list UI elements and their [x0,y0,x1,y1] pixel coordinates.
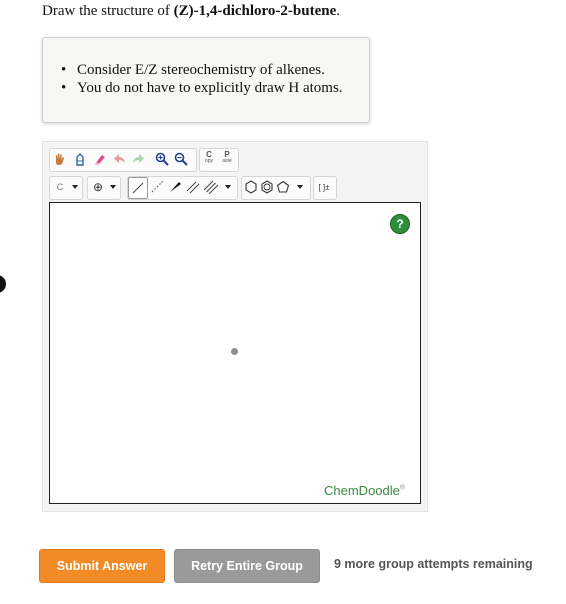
submit-answer-button[interactable]: Submit Answer [39,549,165,583]
help-icon[interactable]: ? [390,214,410,234]
cyclopentane-icon[interactable] [275,179,291,195]
chevron-down-icon[interactable] [67,179,83,195]
question-prefix: Draw the structure of [42,3,174,19]
hint-list: Consider E/Z stereochemistry of alkenes.… [61,61,343,97]
paste-button[interactable]: P aste [219,150,235,166]
canvas-center-dot [231,348,238,355]
retry-group-button[interactable]: Retry Entire Group [174,549,320,583]
chevron-down-icon[interactable] [292,179,308,195]
hint-box: Consider E/Z stereochemistry of alkenes.… [42,37,370,123]
chevron-down-icon[interactable] [220,179,236,195]
chemdoodle-logo: ChemDoodle® [324,483,406,498]
attempts-remaining: 9 more group attempts remaining [334,557,533,571]
single-bond-icon[interactable] [128,177,148,199]
charge-icon: ⊕ [92,180,104,194]
benzene-icon[interactable] [259,179,275,195]
zoom-in-icon[interactable] [154,151,170,167]
hashed-bond-icon[interactable] [149,179,165,195]
eraser-icon[interactable] [92,151,108,167]
compound-name: (Z)-1,4-dichloro-2-butene [173,3,337,19]
question-prompt: Draw the structure of (Z)-1,4-dichloro-2… [42,3,340,20]
side-marker [0,275,6,293]
chevron-down-icon[interactable] [105,179,121,195]
hint-item: Consider E/Z stereochemistry of alkenes. [61,61,343,79]
wedge-bond-icon[interactable] [167,179,183,195]
hint-item: You do not have to explicitly draw H ato… [61,79,343,97]
lasso-icon[interactable] [72,151,88,167]
zoom-out-icon[interactable] [173,151,189,167]
atom-label: C [56,182,64,192]
bracket-icon[interactable]: [ ]± [316,179,332,195]
cyclohexane-icon[interactable] [243,179,259,195]
hand-icon[interactable] [52,151,68,167]
copy-button[interactable]: C opy [201,150,217,166]
question-suffix: . [336,3,341,19]
redo-icon[interactable] [130,151,146,167]
triple-bond-icon[interactable] [203,179,219,195]
undo-icon[interactable] [112,151,128,167]
double-bond-icon[interactable] [185,179,201,195]
